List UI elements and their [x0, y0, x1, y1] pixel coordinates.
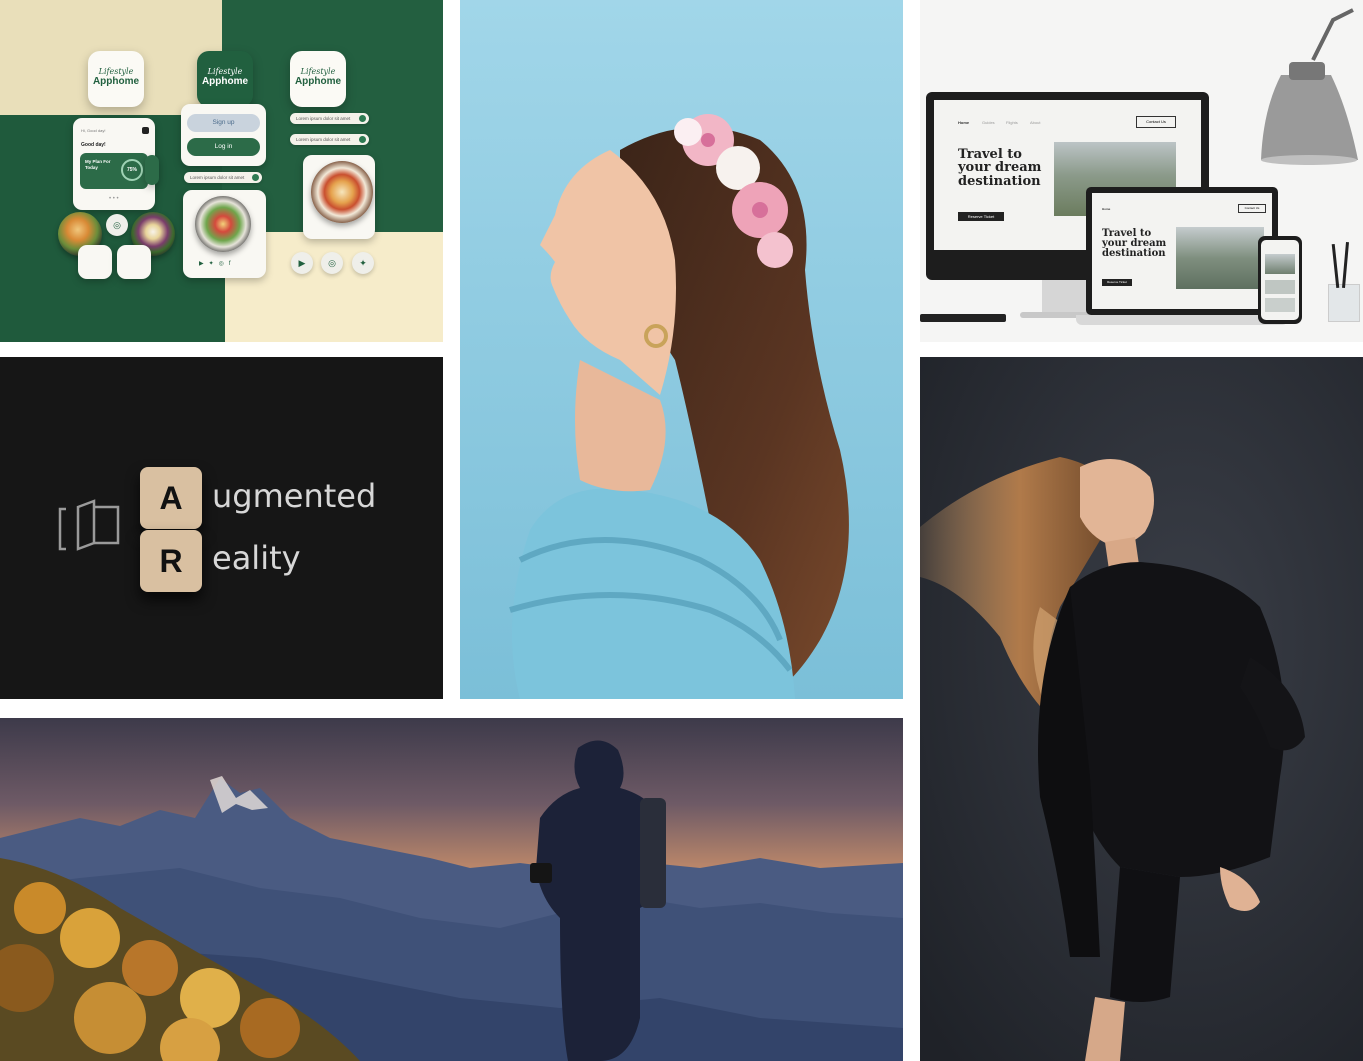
- mountain-landscape-photo: [0, 718, 903, 1061]
- app-icon-script: Lifestyle: [207, 67, 243, 76]
- travel-website-mockup-tile[interactable]: Home Guides Flights About Contact Us Tra…: [920, 0, 1363, 342]
- text-field[interactable]: Lorem ipsum dolor sit amet: [290, 113, 369, 124]
- app-icon-name: Apphome: [92, 76, 140, 87]
- desk-lamp-image: [1261, 8, 1358, 165]
- fashion-model-tile[interactable]: [920, 357, 1363, 1061]
- app-icon-name: Apphome: [294, 76, 342, 87]
- field-placeholder: Lorem ipsum dolor sit amet: [190, 175, 245, 180]
- menu-icon[interactable]: [142, 127, 149, 134]
- augmented-reality-tile[interactable]: A R ugmented eality: [0, 357, 443, 699]
- contact-button[interactable]: Contact Us: [1238, 204, 1266, 213]
- nav-guides[interactable]: Guides: [982, 120, 995, 125]
- pen-holder-image: [1328, 284, 1360, 322]
- food-bowl-image: [311, 161, 373, 223]
- app-icon-light-left: Lifestyle Apphome: [88, 51, 144, 107]
- card-edge: [145, 155, 159, 185]
- hero-landscape-image: [1176, 227, 1264, 289]
- reserve-ticket-button[interactable]: Reserve Ticket: [958, 212, 1004, 221]
- headline: Travel to your dream destination: [1102, 228, 1166, 260]
- headline-line-3: destination: [958, 173, 1041, 189]
- food-bowl-image: [195, 196, 251, 252]
- apphome-mockup-tile[interactable]: Lifestyle Apphome Lifestyle Apphome Life…: [0, 0, 443, 342]
- auth-card: Sign up Log in: [181, 104, 266, 166]
- pen-image: [1331, 243, 1340, 289]
- reserve-ticket-button[interactable]: Reserve Ticket: [1102, 279, 1132, 286]
- text-field[interactable]: Lorem ipsum dolor sit amet: [184, 172, 262, 183]
- check-icon: [359, 136, 366, 143]
- twitter-icon[interactable]: ✦: [352, 252, 374, 274]
- keyboard: [920, 314, 1006, 322]
- instagram-icon[interactable]: ◎: [106, 214, 128, 236]
- check-icon: [252, 174, 259, 181]
- phone-screen: [1261, 240, 1299, 320]
- food-card: ▶✦◎f: [183, 190, 266, 278]
- flower-crown-portrait-tile[interactable]: [460, 0, 903, 699]
- field-placeholder: Lorem ipsum dolor sit amet: [296, 137, 351, 142]
- laptop: Home Contact Us Travel to your dream des…: [1086, 187, 1278, 315]
- pen-image: [1342, 241, 1349, 289]
- headline-line-3: destination: [1102, 248, 1166, 260]
- laptop-screen: Home Contact Us Travel to your dream des…: [1092, 193, 1272, 309]
- field-placeholder: Lorem ipsum dolor sit amet: [296, 116, 351, 121]
- nav-home[interactable]: Home: [1102, 207, 1110, 211]
- headline-line-1: Travel to: [958, 147, 1022, 162]
- plan-title: My Plan For Today: [85, 159, 111, 170]
- pager-dots-icon: • • •: [109, 196, 119, 202]
- plan-widget[interactable]: My Plan For Today 75%: [80, 153, 148, 189]
- check-icon: [359, 115, 366, 122]
- nav-home[interactable]: Home: [958, 120, 969, 125]
- social-icons[interactable]: ▶✦◎f: [199, 260, 236, 267]
- headline-line-2: your dream: [958, 160, 1042, 176]
- app-icon-dark: Lifestyle Apphome: [197, 51, 253, 107]
- ar-bracket-icon: [58, 499, 120, 551]
- fashion-model-photo: [920, 357, 1363, 1061]
- youtube-icon[interactable]: ▶: [291, 252, 313, 274]
- nav-about[interactable]: About: [1030, 120, 1040, 125]
- app-icon-name: Apphome: [201, 76, 249, 87]
- progress-ring: 75%: [121, 159, 143, 181]
- portrait-photo: [460, 0, 903, 699]
- food-card: [303, 155, 375, 239]
- app-icon-script: Lifestyle: [300, 67, 336, 76]
- headline: Travel to your dream destination: [958, 148, 1041, 188]
- tile-card: [78, 245, 112, 279]
- letter-die-r: R: [140, 530, 202, 592]
- laptop-base: [1076, 315, 1288, 325]
- contact-button[interactable]: Contact Us: [1136, 116, 1176, 128]
- mountain-photographer-tile[interactable]: [0, 718, 903, 1061]
- content-card: [1265, 298, 1295, 312]
- letter-die-a: A: [140, 467, 202, 529]
- nav-flights[interactable]: Flights: [1006, 120, 1018, 125]
- hero-landscape-image: [1265, 254, 1295, 274]
- login-button[interactable]: Log in: [187, 138, 260, 156]
- text-field[interactable]: Lorem ipsum dolor sit amet: [290, 134, 369, 145]
- tile-card: [117, 245, 151, 279]
- app-icon-script: Lifestyle: [98, 67, 134, 76]
- ar-word-reality: eality: [212, 539, 301, 577]
- smartphone: [1258, 236, 1302, 324]
- ar-word-augmented: ugmented: [212, 477, 377, 515]
- instagram-icon[interactable]: ◎: [321, 252, 343, 274]
- signup-button[interactable]: Sign up: [187, 114, 260, 132]
- content-card: [1265, 280, 1295, 294]
- app-icon-light-right: Lifestyle Apphome: [290, 51, 346, 107]
- greeting-small: Hi, Good day!: [81, 128, 106, 133]
- dashboard-card: Hi, Good day! Good day! My Plan For Toda…: [73, 118, 155, 210]
- greeting: Good day!: [81, 142, 106, 148]
